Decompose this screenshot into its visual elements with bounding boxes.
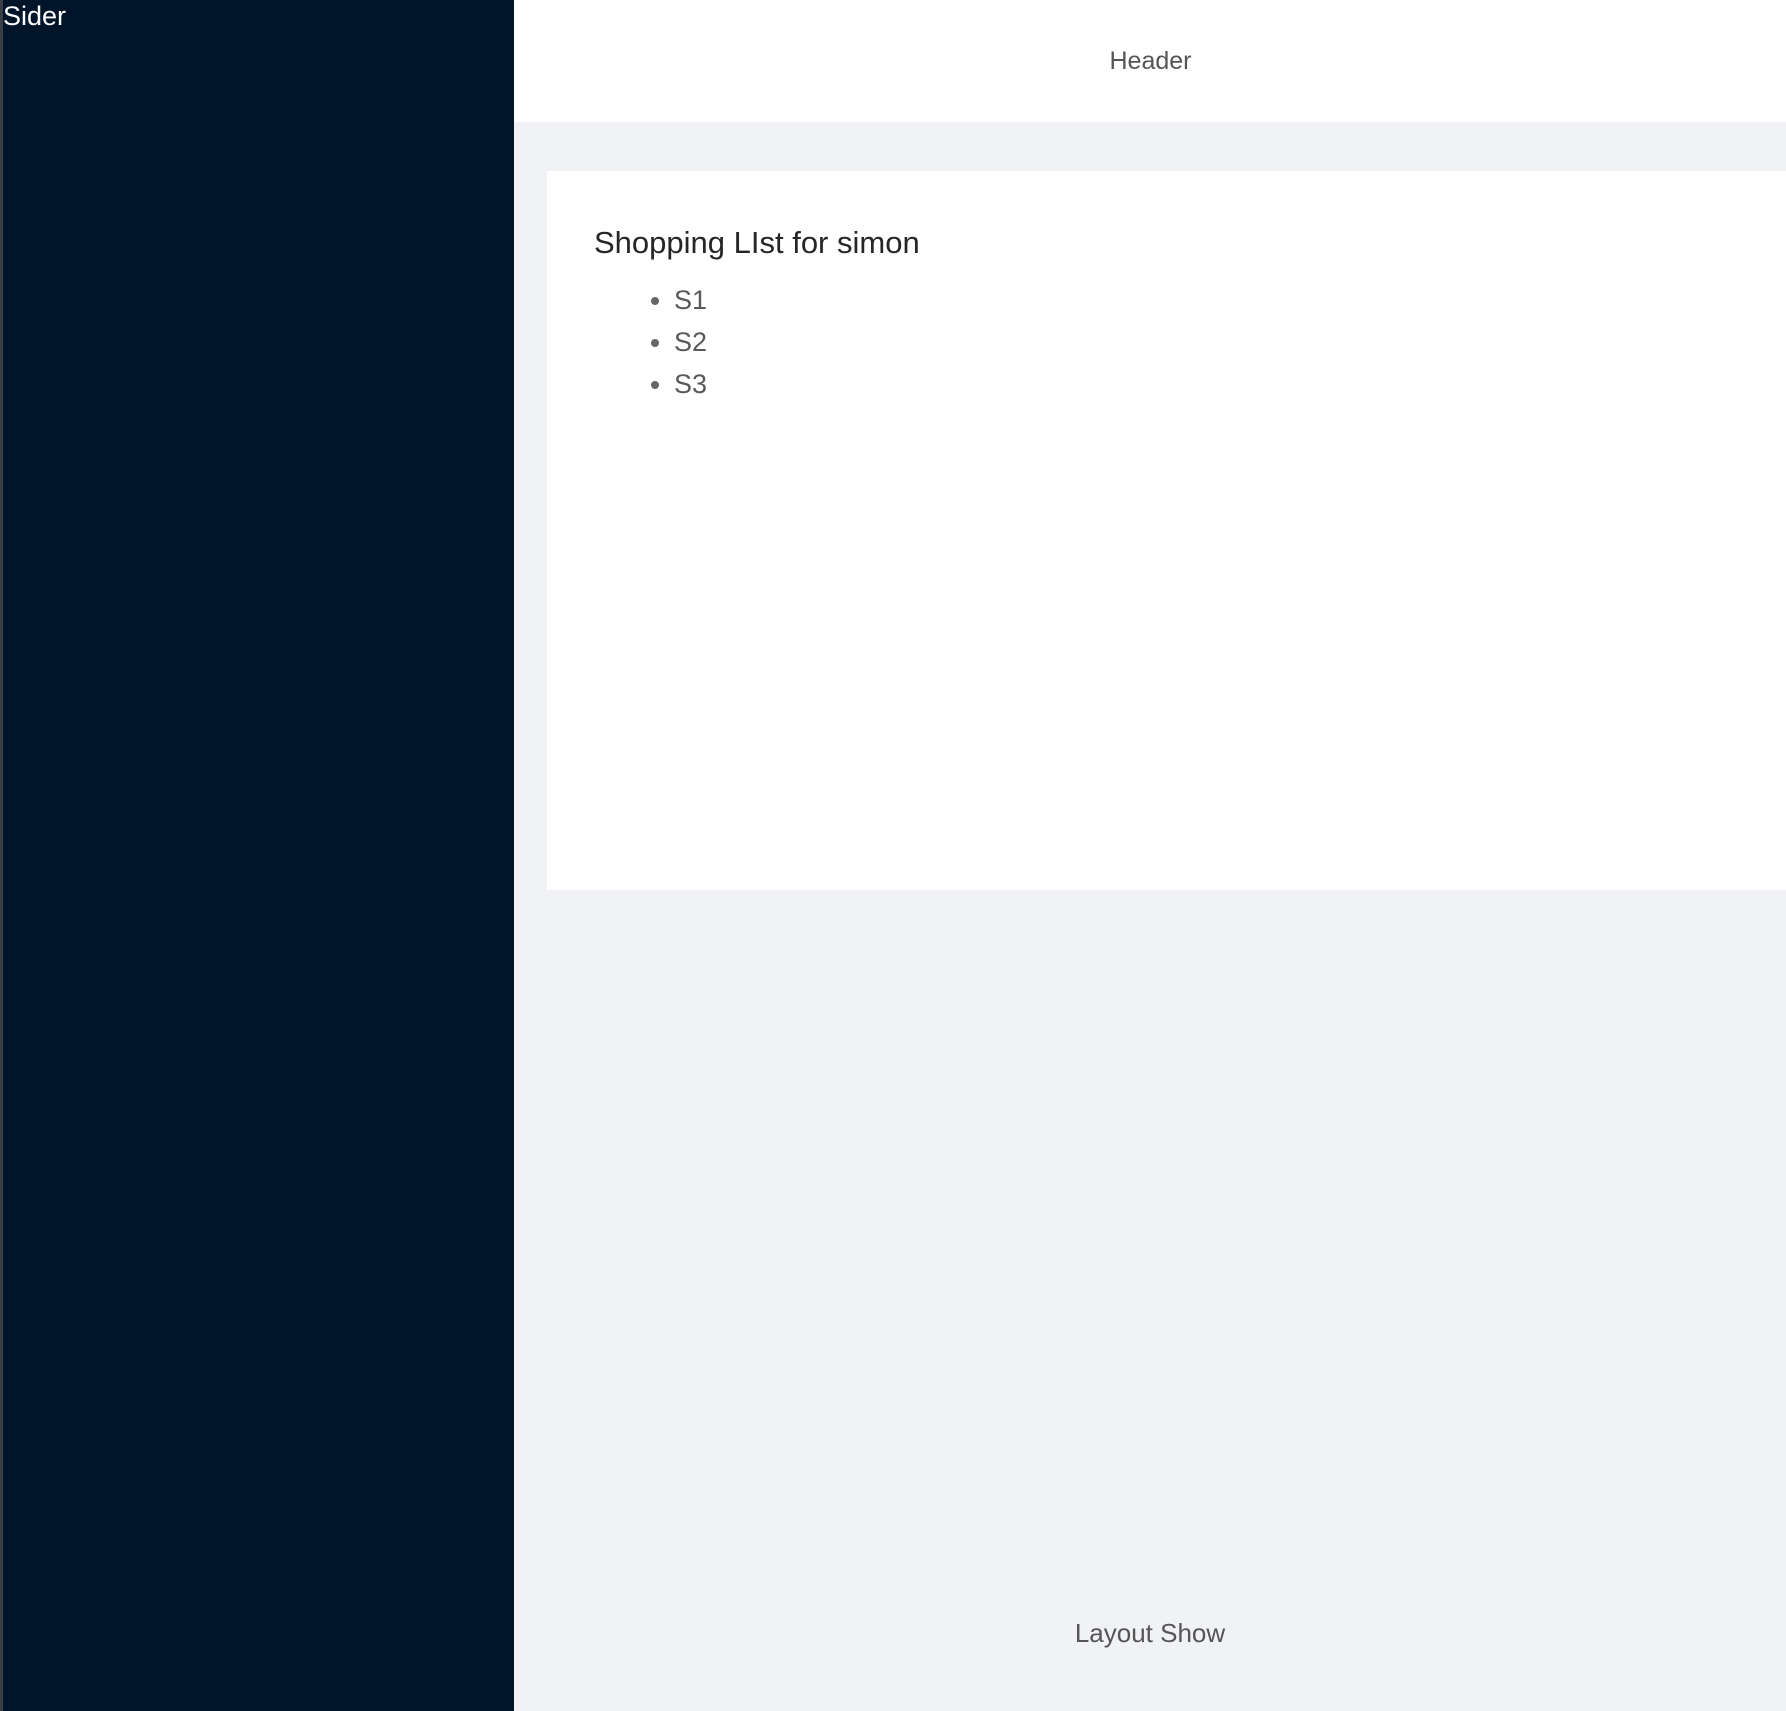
header: Header [514,0,1786,122]
content-card: Shopping LIst for simon S1 S2 S3 [547,171,1786,890]
footer: Layout Show [514,1618,1786,1649]
sider: Sider [0,0,514,1711]
sider-label: Sider [3,1,67,31]
page-title: Shopping LIst for simon [594,225,920,260]
shopping-list: S1 S2 S3 [594,279,707,405]
footer-label: Layout Show [1074,1618,1226,1648]
list-item: S1 [674,279,707,321]
list-item: S2 [674,321,707,363]
header-label: Header [1109,46,1192,75]
list-item: S3 [674,363,707,405]
